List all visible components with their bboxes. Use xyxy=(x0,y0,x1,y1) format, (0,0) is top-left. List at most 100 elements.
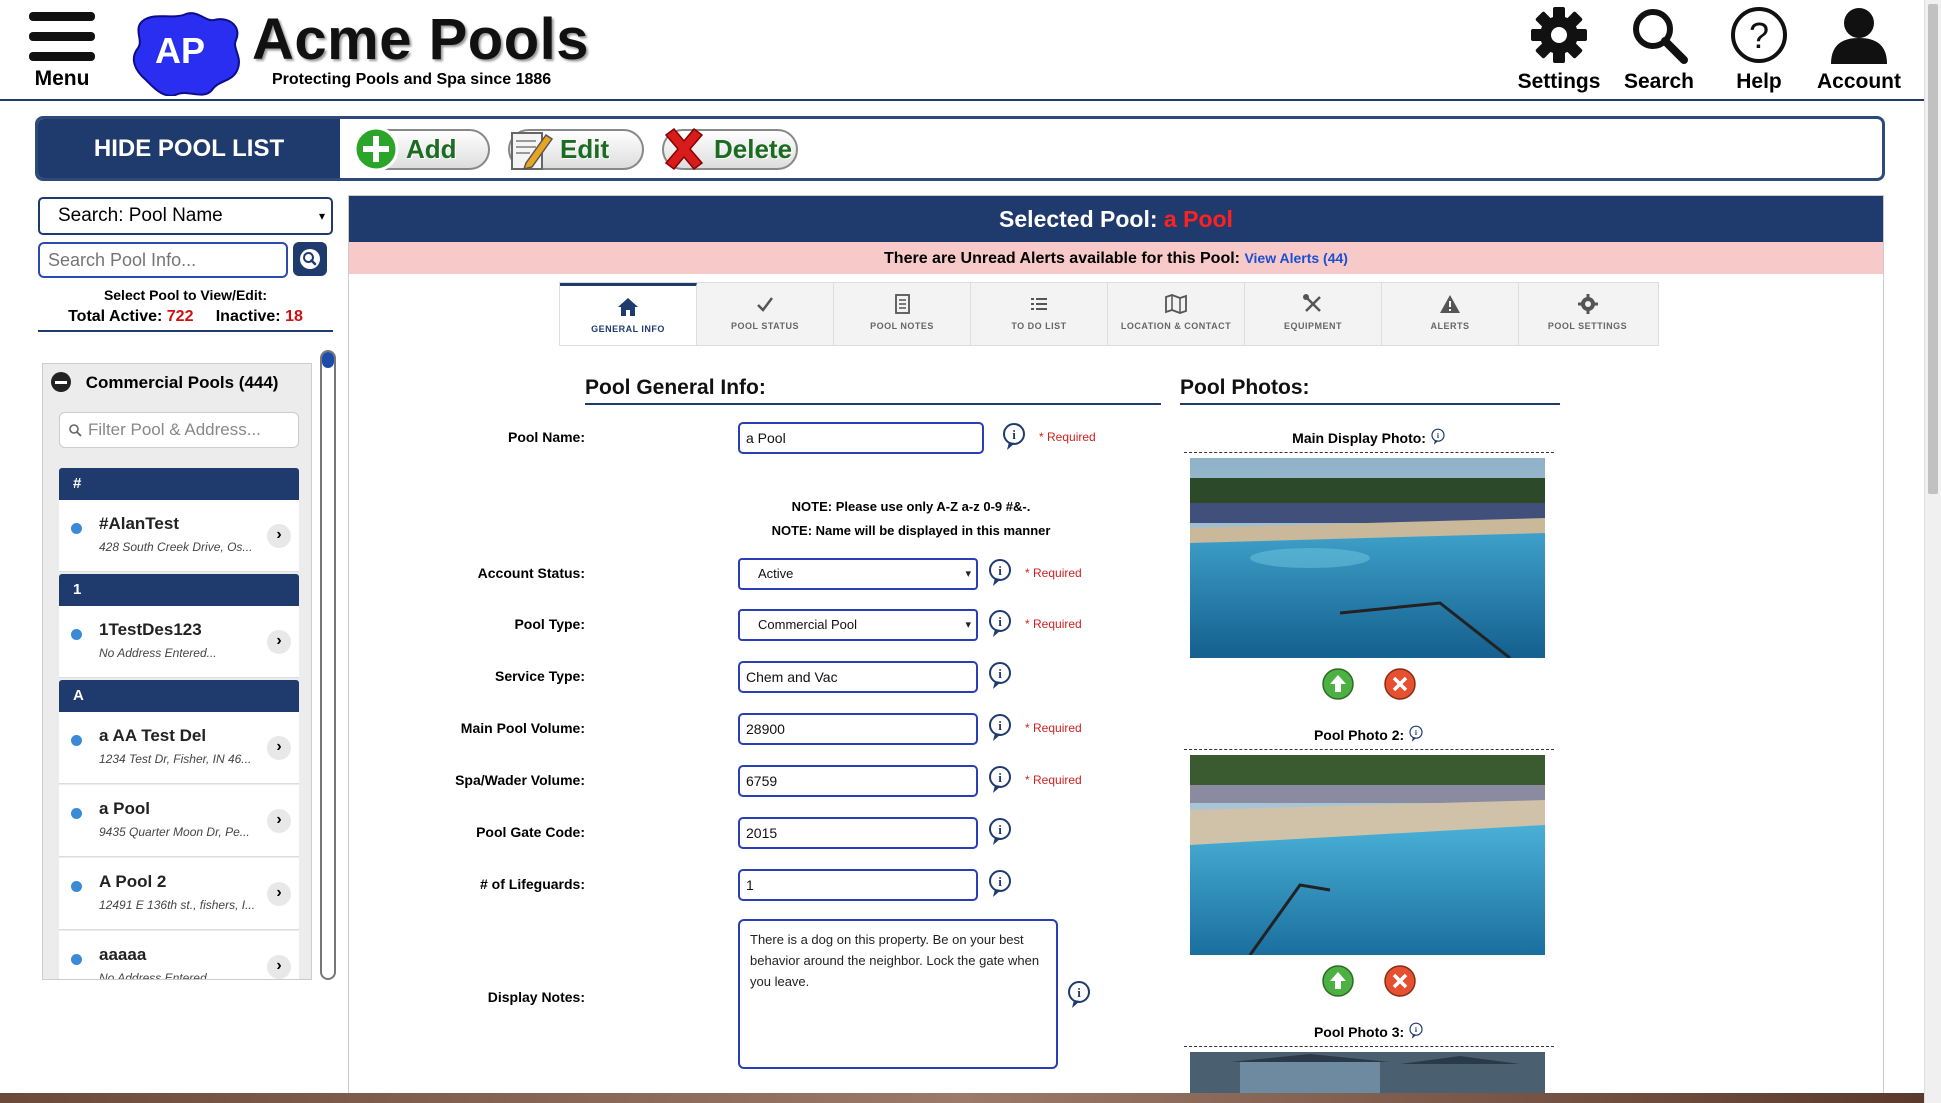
help-button[interactable]: ? Help xyxy=(1709,6,1809,98)
photo2-label: Pool Photo 2: i xyxy=(1184,725,1554,743)
search-mode-select[interactable]: Search: Pool Name ▾ xyxy=(38,197,333,235)
move-up-icon[interactable] xyxy=(1322,668,1354,700)
svg-text:i: i xyxy=(998,874,1002,889)
pool-item-address: No Address Entered... xyxy=(99,971,217,980)
remove-photo-icon[interactable] xyxy=(1384,668,1416,700)
view-alerts-link[interactable]: View Alerts (44) xyxy=(1244,250,1348,266)
info-icon[interactable]: i xyxy=(987,558,1013,588)
top-header: Menu AP Acme Pools Protecting Pools and … xyxy=(0,0,1941,101)
filter-pool-input[interactable]: Filter Pool & Address... xyxy=(59,412,299,448)
info-icon[interactable]: i xyxy=(1001,422,1027,452)
pool-tabs: GENERAL INFO POOL STATUS POOL NOTES TO D… xyxy=(559,282,1659,346)
chevron-right-icon[interactable]: › xyxy=(267,736,291,760)
account-status-label: Account Status: xyxy=(477,565,585,581)
chevron-right-icon[interactable]: › xyxy=(267,809,291,833)
search-pool-input[interactable] xyxy=(38,242,288,278)
info-icon[interactable]: i xyxy=(987,765,1013,795)
info-icon[interactable]: i xyxy=(1066,980,1092,1010)
add-label: Add xyxy=(406,134,457,164)
pool-list-item[interactable]: A Pool 2 12491 E 136th st., fishers, I..… xyxy=(59,858,299,930)
info-icon[interactable]: i xyxy=(987,713,1013,743)
chevron-right-icon[interactable]: › xyxy=(267,955,291,979)
unread-alerts-bar: There are Unread Alerts available for th… xyxy=(349,242,1883,274)
collapse-icon[interactable] xyxy=(51,372,71,392)
filter-placeholder: Filter Pool & Address... xyxy=(88,420,261,439)
tab-to-do-list[interactable]: TO DO LIST xyxy=(971,283,1108,345)
spa-volume-field[interactable]: 6759 xyxy=(738,765,978,797)
letter-divider: A xyxy=(59,680,299,712)
required-indicator: * Required xyxy=(1025,721,1082,735)
chevron-right-icon[interactable]: › xyxy=(267,882,291,906)
status-dot-icon xyxy=(71,808,82,819)
pool-list-scrollbar[interactable] xyxy=(320,350,336,980)
hide-pool-list-button[interactable]: HIDE POOL LIST xyxy=(38,119,340,178)
total-active-label: Total Active: xyxy=(68,308,163,325)
remove-photo-icon[interactable] xyxy=(1384,965,1416,997)
gate-code-field[interactable]: 2015 xyxy=(738,817,978,849)
info-icon[interactable]: i xyxy=(987,817,1013,847)
main-panel: Selected Pool: a Pool There are Unread A… xyxy=(348,195,1884,1103)
service-type-field[interactable]: Chem and Vac xyxy=(738,661,978,693)
pool-totals: Total Active: 722 Inactive: 18 xyxy=(38,308,333,332)
document-icon xyxy=(895,294,910,314)
pool-list-item[interactable]: a AA Test Del 1234 Test Dr, Fisher, IN 4… xyxy=(59,712,299,784)
pool-item-name: aaaaa xyxy=(99,945,147,964)
menu-button[interactable]: Menu xyxy=(22,12,102,97)
search-go-button[interactable] xyxy=(293,242,327,276)
info-icon[interactable]: i xyxy=(1430,428,1446,446)
hamburger-icon xyxy=(29,12,95,21)
info-icon[interactable]: i xyxy=(987,609,1013,639)
tab-pool-status[interactable]: POOL STATUS xyxy=(697,283,834,345)
pool-list-item[interactable]: aaaaa No Address Entered... › xyxy=(59,931,299,980)
pool-photo-2[interactable] xyxy=(1190,755,1545,955)
move-up-icon[interactable] xyxy=(1322,965,1354,997)
main-pool-photo[interactable] xyxy=(1190,458,1545,658)
main-volume-field[interactable]: 28900 xyxy=(738,713,978,745)
tab-equipment[interactable]: EQUIPMENT xyxy=(1245,283,1382,345)
pool-list-item[interactable]: #AlanTest 428 South Creek Drive, Os... › xyxy=(59,500,299,572)
edit-button[interactable]: Edit xyxy=(508,129,644,171)
pool-item-address: 12491 E 136th st., fishers, I... xyxy=(99,898,256,912)
tab-general-info[interactable]: GENERAL INFO xyxy=(560,283,697,345)
pool-item-name: #AlanTest xyxy=(99,514,179,533)
home-icon xyxy=(618,298,638,316)
selected-pool-name: a Pool xyxy=(1163,206,1233,232)
delete-button[interactable]: Delete xyxy=(662,127,798,171)
group-header-commercial[interactable]: Commercial Pools (444) xyxy=(51,372,278,393)
select-pool-caption: Select Pool to View/Edit: xyxy=(103,287,268,303)
info-icon[interactable]: i xyxy=(987,869,1013,899)
photo3-label: Pool Photo 3: i xyxy=(1184,1022,1554,1040)
pool-list-item[interactable]: 1TestDes123 No Address Entered... › xyxy=(59,606,299,678)
chevron-right-icon[interactable]: › xyxy=(267,630,291,654)
tab-label: TO DO LIST xyxy=(1011,321,1067,331)
pool-item-address: 428 South Creek Drive, Os... xyxy=(99,540,253,554)
info-icon[interactable]: i xyxy=(1408,1022,1424,1040)
display-notes-textarea[interactable]: There is a dog on this property. Be on y… xyxy=(738,919,1058,1069)
pool-list-item[interactable]: a Pool 9435 Quarter Moon Dr, Pe... › xyxy=(59,785,299,857)
account-status-select[interactable]: Active ▾ xyxy=(738,558,978,590)
map-icon xyxy=(1165,294,1187,314)
pool-photo-3[interactable] xyxy=(1190,1052,1545,1094)
tab-pool-notes[interactable]: POOL NOTES xyxy=(834,283,971,345)
chevron-right-icon[interactable]: › xyxy=(267,524,291,548)
scrollbar-thumb[interactable] xyxy=(322,352,334,368)
tab-label: EQUIPMENT xyxy=(1283,321,1342,331)
lifeguards-field[interactable]: 1 xyxy=(738,869,978,901)
required-indicator: * Required xyxy=(1025,566,1082,580)
user-icon xyxy=(1831,8,1887,64)
tab-pool-settings[interactable]: POOL SETTINGS xyxy=(1519,283,1656,345)
account-button[interactable]: Account xyxy=(1809,6,1909,98)
tab-location-contact[interactable]: LOCATION & CONTACT xyxy=(1108,283,1245,345)
pool-type-select[interactable]: Commercial Pool ▾ xyxy=(738,609,978,641)
tab-alerts[interactable]: ALERTS xyxy=(1382,283,1519,345)
info-icon[interactable]: i xyxy=(987,661,1013,691)
selected-pool-header: Selected Pool: a Pool xyxy=(349,196,1883,242)
settings-button[interactable]: Settings xyxy=(1509,6,1609,98)
window-scrollbar-thumb[interactable] xyxy=(1928,4,1938,494)
window-scrollbar[interactable] xyxy=(1924,0,1941,1103)
add-button[interactable]: Add xyxy=(353,126,490,172)
info-icon[interactable]: i xyxy=(1408,725,1424,743)
pool-name-field[interactable]: a Pool xyxy=(738,422,984,454)
gear-icon xyxy=(1531,7,1587,63)
search-button[interactable]: Search xyxy=(1609,6,1709,98)
